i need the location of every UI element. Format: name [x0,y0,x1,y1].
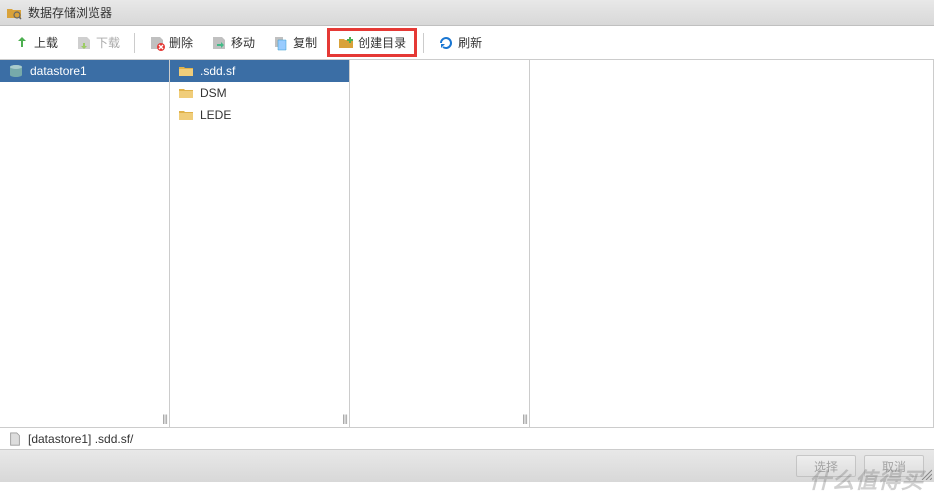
toolbar: 上载 下载 删除 移动 复制 创建目录 刷新 [0,26,934,60]
upload-icon [14,35,30,51]
file-icon [8,432,22,446]
folder-label: LEDE [200,108,231,122]
folder-item[interactable]: .sdd.sf [170,60,349,82]
path-bar: [datastore1] .sdd.sf/ [0,428,934,450]
delete-icon [149,35,165,51]
upload-button[interactable]: 上载 [6,31,66,54]
window-title: 数据存储浏览器 [28,4,112,21]
select-button[interactable]: 选择 [796,455,856,477]
download-icon [76,35,92,51]
folder-icon [178,85,194,101]
move-button[interactable]: 移动 [203,31,263,54]
datastore-column: datastore1 ||| [0,60,170,427]
detail-column-1: ||| [350,60,530,427]
footer: 选择 取消 [0,450,934,482]
resize-grip[interactable] [920,468,932,480]
datastore-icon [8,63,24,79]
copy-button[interactable]: 复制 [265,31,325,54]
folder-item[interactable]: LEDE [170,104,349,126]
folder-label: .sdd.sf [200,64,235,78]
search-folder-icon [6,5,22,21]
detail-column-2 [530,60,934,427]
move-icon [211,35,227,51]
download-button: 下载 [68,31,128,54]
create-directory-button[interactable]: 创建目录 [330,31,414,54]
folder-icon [178,63,194,79]
delete-button[interactable]: 删除 [141,31,201,54]
refresh-button[interactable]: 刷新 [430,31,490,54]
new-folder-icon [338,35,354,51]
datastore-item[interactable]: datastore1 [0,60,169,82]
refresh-icon [438,35,454,51]
cancel-button[interactable]: 取消 [864,455,924,477]
current-path: [datastore1] .sdd.sf/ [28,432,133,446]
browser-content: datastore1 ||| .sdd.sf DSM LEDE ||| ||| [0,60,934,428]
datastore-label: datastore1 [30,64,87,78]
folder-icon [178,107,194,123]
separator [134,33,135,53]
title-bar: 数据存储浏览器 [0,0,934,26]
create-dir-highlight: 创建目录 [327,28,417,57]
column-resize-handle[interactable]: ||| [342,414,347,425]
folder-item[interactable]: DSM [170,82,349,104]
separator [423,33,424,53]
column-resize-handle[interactable]: ||| [162,414,167,425]
column-resize-handle[interactable]: ||| [522,414,527,425]
folder-label: DSM [200,86,227,100]
copy-icon [273,35,289,51]
folder-column: .sdd.sf DSM LEDE ||| [170,60,350,427]
